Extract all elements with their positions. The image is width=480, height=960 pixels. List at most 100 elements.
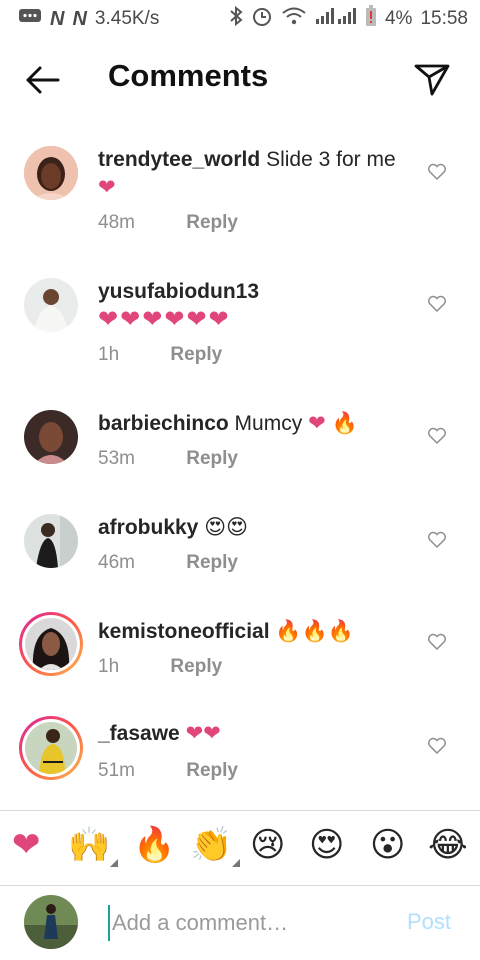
comment-time: 51m xyxy=(98,760,135,781)
emoji-fire-button[interactable]: 🔥 xyxy=(133,825,175,865)
avatar-image xyxy=(24,410,78,464)
comment-emoji: 🔥🔥🔥 xyxy=(275,620,354,643)
avatar-image xyxy=(24,895,78,949)
variant-indicator xyxy=(232,859,241,867)
variant-indicator xyxy=(110,859,119,867)
bluetooth-icon xyxy=(229,5,243,32)
my-avatar xyxy=(24,895,78,949)
like-heart-icon[interactable] xyxy=(427,427,447,445)
share-button[interactable] xyxy=(412,60,452,100)
comment-emoji: ❤❤ xyxy=(185,722,221,745)
avatar[interactable] xyxy=(19,716,83,780)
comment-text: kemistoneofficial 🔥🔥🔥 xyxy=(98,618,398,646)
comment-text: trendytee_world Slide 3 for me ❤ xyxy=(98,146,398,202)
reply-button[interactable]: Reply xyxy=(186,212,238,233)
emoji-heart-eyes-button[interactable]: 😍 xyxy=(309,825,344,865)
reply-button[interactable]: Reply xyxy=(186,760,238,781)
comment-item: barbiechinco Mumcy ❤ 🔥 53m Reply xyxy=(0,410,480,480)
comment-item: _fasawe ❤❤ 51m Reply xyxy=(0,716,480,786)
avatar-image xyxy=(25,618,77,670)
comment-text: _fasawe ❤❤ xyxy=(98,720,398,748)
comment-emoji: 😍😍 xyxy=(204,516,249,539)
emoji-laugh-button[interactable]: 😂 xyxy=(428,825,468,865)
comment-time: 1h xyxy=(98,344,120,365)
back-arrow-icon xyxy=(26,66,60,94)
signal-icon xyxy=(315,7,357,31)
comment-text: afrobukky 😍😍 xyxy=(98,514,398,542)
avatar-image xyxy=(24,146,78,200)
like-heart-icon[interactable] xyxy=(427,531,447,549)
avatar-image xyxy=(24,514,78,568)
avatar-image xyxy=(24,278,78,332)
comment-time: 53m xyxy=(98,448,135,469)
emoji-raised-hands-button[interactable]: 🙌 xyxy=(68,825,119,867)
emoji-clap-button[interactable]: 👏 xyxy=(190,825,241,867)
comment-input[interactable] xyxy=(108,905,394,941)
clock: 15:58 xyxy=(420,8,468,29)
page-title: Comments xyxy=(108,58,269,93)
like-heart-icon[interactable] xyxy=(427,163,447,181)
header: Comments xyxy=(0,42,480,118)
alarm-icon xyxy=(251,5,273,33)
comment-meta: 53m Reply xyxy=(98,448,238,470)
reply-button[interactable]: Reply xyxy=(170,656,222,677)
reply-button[interactable]: Reply xyxy=(170,344,222,365)
comment-item: yusufabiodun13 ❤❤❤❤❤❤ 1h Reply xyxy=(0,278,480,378)
comment-username[interactable]: trendytee_world xyxy=(98,148,260,171)
comment-meta: 51m Reply xyxy=(98,760,238,782)
comment-composer: Post xyxy=(0,885,480,960)
send-icon xyxy=(414,64,450,96)
reply-button[interactable]: Reply xyxy=(186,448,238,469)
comment-username[interactable]: kemistoneofficial xyxy=(98,620,270,643)
battery-percent: 4% xyxy=(384,8,413,29)
wifi-icon xyxy=(281,6,307,32)
comment-item: trendytee_world Slide 3 for me ❤ 48m Repl… xyxy=(0,146,480,246)
network-speed: 3.45K/s xyxy=(94,8,160,29)
like-heart-icon[interactable] xyxy=(427,633,447,651)
comment-username[interactable]: _fasawe xyxy=(98,722,180,745)
avatar[interactable] xyxy=(24,514,78,568)
comment-username[interactable]: yusufabiodun13 xyxy=(98,280,259,303)
avatar[interactable] xyxy=(24,278,78,332)
story-ring xyxy=(22,719,80,777)
emoji-glyph: 👏 xyxy=(190,826,233,864)
back-button[interactable] xyxy=(22,62,62,98)
comment-meta: 46m Reply xyxy=(98,552,238,574)
reply-button[interactable]: Reply xyxy=(186,552,238,573)
comment-time: 1h xyxy=(98,656,120,677)
comment-meta: 48m Reply xyxy=(98,212,238,234)
story-ring xyxy=(22,615,80,673)
comment-username[interactable]: barbiechinco xyxy=(98,412,229,435)
avatar-image xyxy=(25,722,77,774)
comment-item: kemistoneofficial 🔥🔥🔥 1h Reply xyxy=(0,612,480,682)
status-bar: N N 3.45K/s 4% 15:58 xyxy=(0,0,480,38)
comment-emoji: ❤❤❤❤❤❤ xyxy=(98,306,231,333)
comment-time: 48m xyxy=(98,212,135,233)
emoji-bar: ❤ 🙌 🔥 👏 😢 😍 😮 😂 xyxy=(0,810,480,886)
post-button[interactable]: Post xyxy=(407,909,451,935)
comment-time: 46m xyxy=(98,552,135,573)
message-icon xyxy=(18,7,42,31)
battery-low-icon xyxy=(365,5,377,33)
emoji-surprised-button[interactable]: 😮 xyxy=(370,825,405,865)
emoji-heart-button[interactable]: ❤ xyxy=(12,825,41,865)
comment-body: Slide 3 for me xyxy=(266,148,396,171)
like-heart-icon[interactable] xyxy=(427,295,447,313)
comment-body: Mumcy xyxy=(234,412,303,435)
comment-text: barbiechinco Mumcy ❤ 🔥 xyxy=(98,410,398,438)
comment-emoji: ❤ xyxy=(98,176,116,199)
comment-meta: 1h Reply xyxy=(98,344,222,366)
avatar[interactable] xyxy=(24,146,78,200)
comment-item: afrobukky 😍😍 46m Reply xyxy=(0,514,480,584)
emoji-cry-button[interactable]: 😢 xyxy=(250,825,285,865)
avatar[interactable] xyxy=(19,612,83,676)
n-icon: N xyxy=(72,7,87,30)
comment-text: yusufabiodun13 ❤❤❤❤❤❤ xyxy=(98,278,398,335)
comment-username[interactable]: afrobukky xyxy=(98,516,198,539)
comment-emoji: ❤ 🔥 xyxy=(308,412,358,435)
emoji-glyph: 🙌 xyxy=(68,826,111,864)
like-heart-icon[interactable] xyxy=(427,737,447,755)
avatar[interactable] xyxy=(24,410,78,464)
n-icon: N xyxy=(50,7,65,30)
comment-meta: 1h Reply xyxy=(98,656,222,678)
